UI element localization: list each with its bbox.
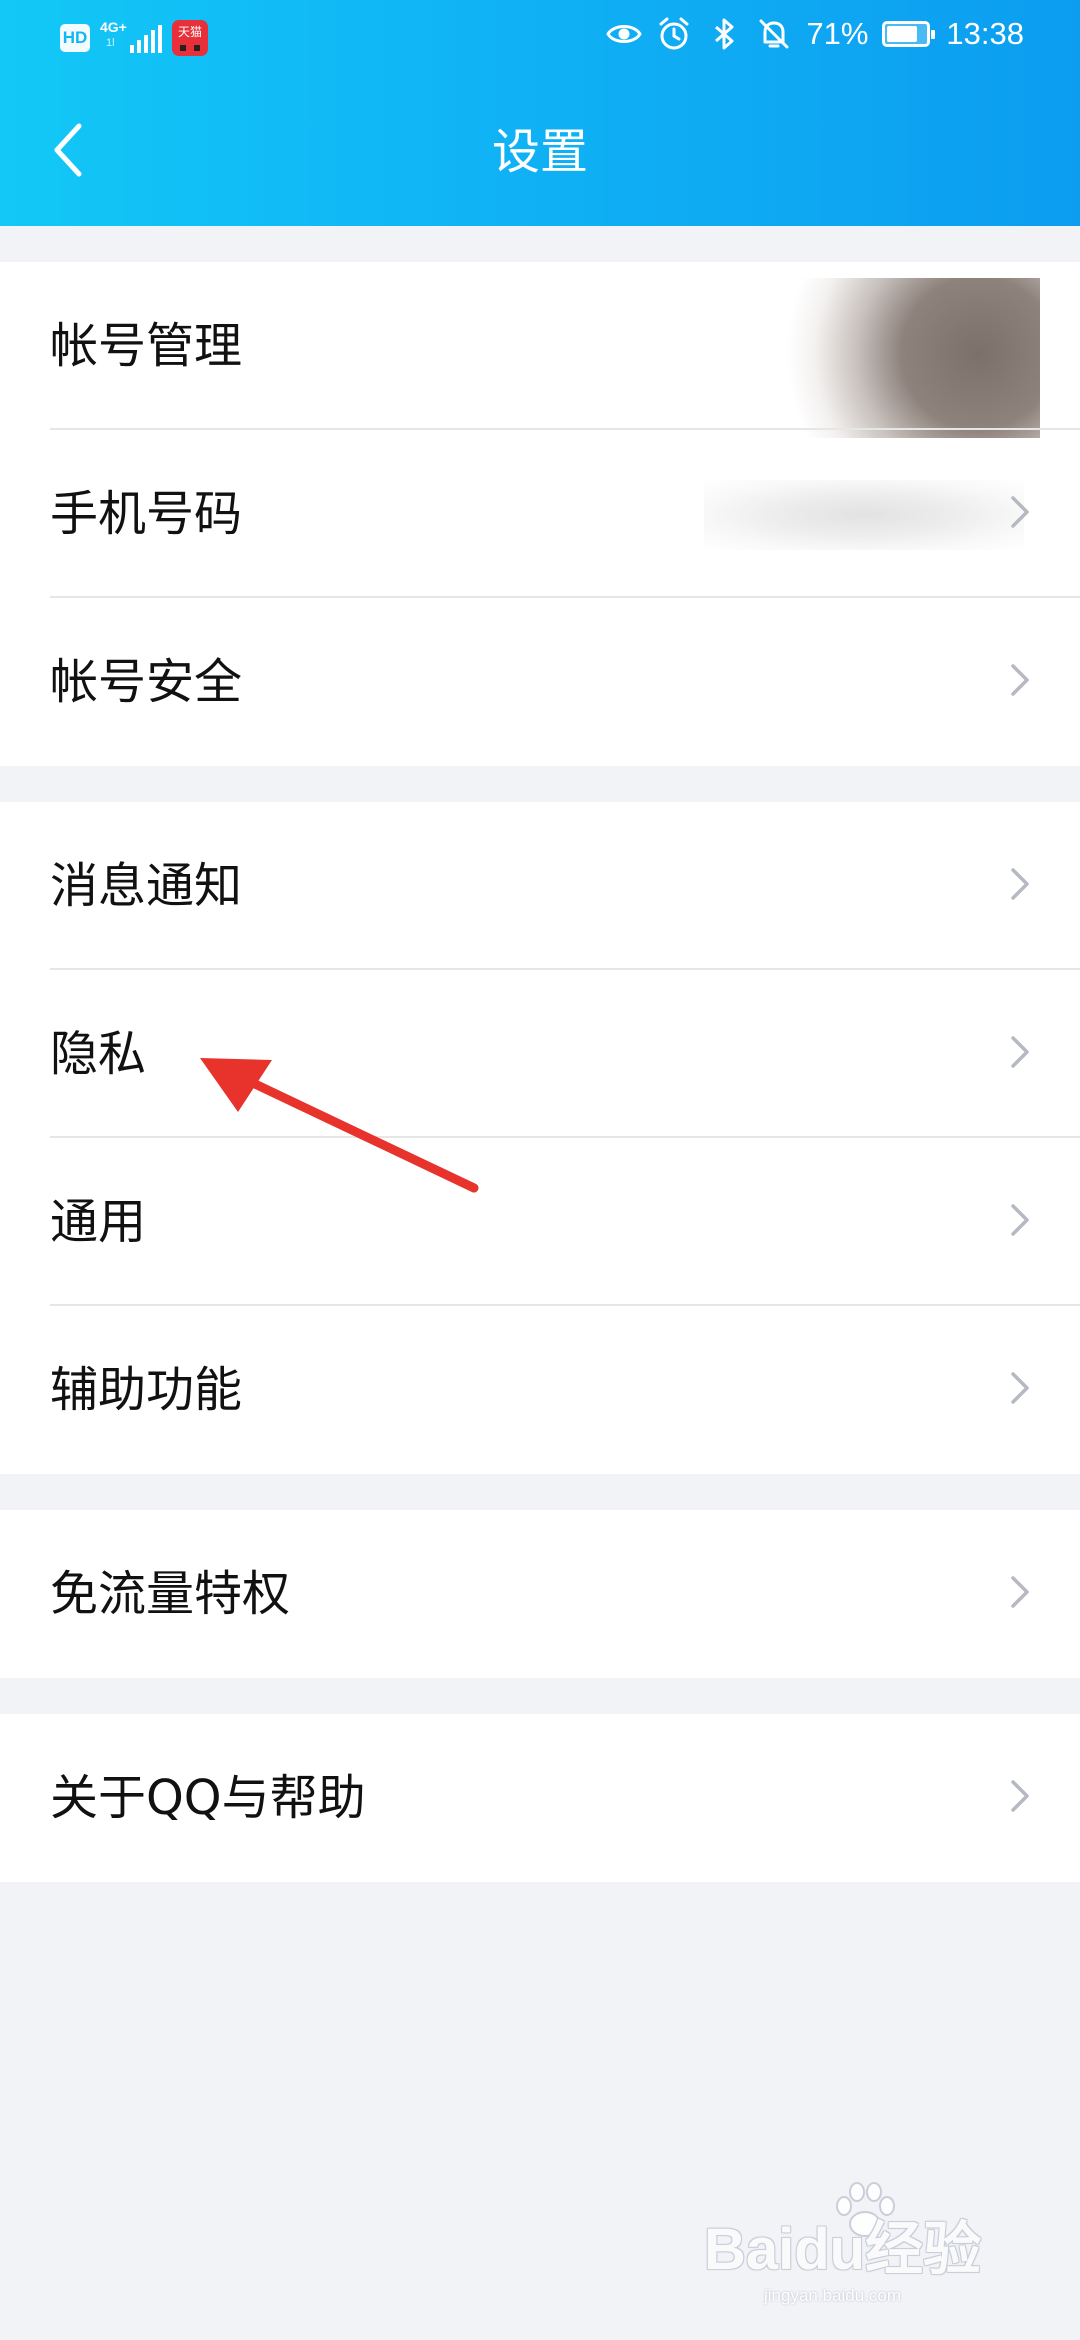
chevron-right-icon: [1011, 1204, 1029, 1236]
red-arrow-annotation: [200, 1058, 479, 1193]
row-label: 免流量特权: [50, 1566, 291, 1622]
eye-icon: [606, 25, 643, 43]
chevron-right-icon: [1011, 1576, 1029, 1608]
battery-icon: [882, 21, 936, 47]
row-label: 手机号码: [50, 486, 243, 542]
settings-row-notifications[interactable]: 消息通知: [0, 802, 1080, 970]
row-label: 帐号管理: [50, 318, 243, 374]
status-bar: HD 4G+ 1l 天猫 71% 13:38: [0, 0, 1080, 76]
watermark-url: jingyan.baidu.com: [764, 2286, 902, 2305]
clock: 13:38: [946, 16, 1024, 51]
settings-row-account-security[interactable]: 帐号安全: [0, 598, 1080, 766]
settings-group-general: 消息通知 隐私 通用 辅助功能: [0, 802, 1080, 1474]
row-label: 关于QQ与帮助: [50, 1770, 366, 1826]
top-bar: HD 4G+ 1l 天猫 71% 13:38 设置: [0, 0, 1080, 226]
network-sub: 1l: [106, 37, 115, 49]
settings-row-general[interactable]: 通用: [0, 1138, 1080, 1306]
row-label: 隐私: [50, 1026, 147, 1082]
chevron-right-icon: [1011, 868, 1029, 900]
signal-icon: [130, 25, 162, 53]
row-label: 消息通知: [50, 858, 243, 914]
settings-row-phone-number[interactable]: 手机号码: [0, 430, 1080, 598]
settings-row-privacy[interactable]: 隐私: [0, 970, 1080, 1138]
settings-row-account-management[interactable]: 帐号管理: [0, 262, 1080, 438]
settings-row-free-data[interactable]: 免流量特权: [0, 1510, 1080, 1678]
row-label: 通用: [50, 1194, 147, 1250]
bluetooth-icon: [715, 18, 734, 50]
alarm-icon: [659, 17, 689, 50]
hd-badge: HD: [60, 24, 90, 52]
status-bar-left: HD 4G+ 1l 天猫: [60, 19, 208, 56]
chevron-right-icon: [1011, 1780, 1029, 1812]
mute-bell-icon: [759, 19, 789, 49]
chevron-right-icon: [1011, 1372, 1029, 1404]
chevron-right-icon: [1011, 1036, 1029, 1068]
nav-bar: 设置: [0, 76, 1080, 226]
baidu-watermark: Baidu经验 jingyan.baidu.com: [704, 2180, 1024, 2310]
watermark-text: Baidu经验: [704, 2217, 982, 2282]
settings-group-about: 关于QQ与帮助: [0, 1714, 1080, 1882]
row-label: 辅助功能: [50, 1362, 243, 1418]
settings-row-about-help[interactable]: 关于QQ与帮助: [0, 1714, 1080, 1882]
settings-group-account: 帐号管理 手机号码 帐号安全: [0, 262, 1080, 766]
status-bar-right: 71% 13:38: [606, 16, 1024, 52]
row-label: 帐号安全: [50, 654, 243, 710]
settings-row-accessibility[interactable]: 辅助功能: [0, 1306, 1080, 1474]
tmall-notification-icon: 天猫: [172, 20, 208, 56]
network-type: 4G+: [100, 19, 127, 35]
phone-number-value: [704, 480, 1024, 550]
battery-percent: 71%: [806, 16, 869, 51]
signal-indicator: 4G+ 1l: [100, 19, 162, 55]
chevron-right-icon: [1011, 664, 1029, 696]
chevron-right-icon: [1011, 496, 1029, 528]
settings-group-data-privilege: 免流量特权: [0, 1510, 1080, 1678]
page-title: 设置: [491, 124, 588, 180]
avatar: [738, 278, 1040, 438]
